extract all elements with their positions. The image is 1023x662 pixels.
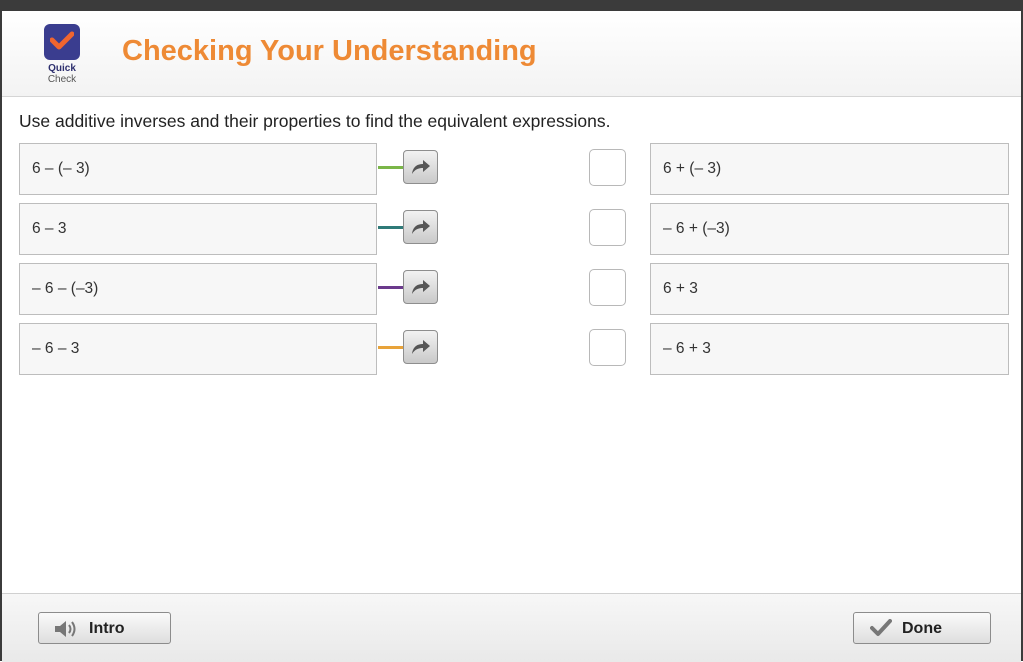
right-expression-label: – 6 + (–3) (663, 220, 730, 237)
footer: Intro Done (2, 593, 1021, 662)
connector-line-2 (378, 226, 404, 229)
connector-line-4 (378, 346, 404, 349)
curved-arrow-icon (412, 340, 430, 354)
curved-arrow-icon (412, 160, 430, 174)
logo-text-line2: Check (47, 74, 77, 85)
done-button[interactable]: Done (853, 612, 991, 644)
right-expression-1: 6 + (– 3) (650, 143, 1009, 195)
right-expression-label: 6 + 3 (663, 280, 698, 297)
right-expression-2: – 6 + (–3) (650, 203, 1009, 255)
right-expression-label: – 6 + 3 (663, 340, 711, 357)
instructions: Use additive inverses and their properti… (19, 111, 611, 131)
quick-check-icon (44, 24, 80, 60)
curved-arrow-icon (412, 280, 430, 294)
intro-button-label: Intro (89, 620, 125, 637)
header: Quick Check Checking Your Understanding (2, 11, 1021, 97)
speaker-icon (55, 621, 76, 637)
connector-line-1 (378, 166, 404, 169)
drag-arrow-button-1[interactable] (403, 150, 438, 184)
done-button-label: Done (902, 620, 942, 637)
left-expression-2[interactable]: 6 – 3 (19, 203, 377, 255)
left-expression-label: – 6 – (–3) (32, 280, 99, 297)
curved-arrow-icon (412, 220, 430, 234)
left-expression-1[interactable]: 6 – (– 3) (19, 143, 377, 195)
right-expression-label: 6 + (– 3) (663, 160, 722, 177)
logo-text-line1: Quick (48, 63, 76, 74)
checkmark-icon (870, 619, 892, 636)
left-expression-label: 6 – (– 3) (32, 160, 90, 177)
left-expression-label: – 6 – 3 (32, 340, 80, 357)
page-title: Checking Your Understanding (122, 35, 537, 67)
drag-arrow-button-3[interactable] (403, 270, 438, 304)
left-expression-3[interactable]: – 6 – (–3) (19, 263, 377, 315)
left-expression-label: 6 – 3 (32, 220, 67, 237)
drop-target-3[interactable] (589, 269, 626, 306)
drop-target-4[interactable] (589, 329, 626, 366)
left-expression-4[interactable]: – 6 – 3 (19, 323, 377, 375)
intro-button[interactable]: Intro (38, 612, 171, 644)
right-expression-4: – 6 + 3 (650, 323, 1009, 375)
connector-line-3 (378, 286, 404, 289)
quick-check-logo: Quick Check (42, 24, 82, 85)
window-top-bar (0, 0, 1023, 11)
drop-target-1[interactable] (589, 149, 626, 186)
drop-target-2[interactable] (589, 209, 626, 246)
drag-arrow-button-2[interactable] (403, 210, 438, 244)
right-expression-3: 6 + 3 (650, 263, 1009, 315)
drag-arrow-button-4[interactable] (403, 330, 438, 364)
